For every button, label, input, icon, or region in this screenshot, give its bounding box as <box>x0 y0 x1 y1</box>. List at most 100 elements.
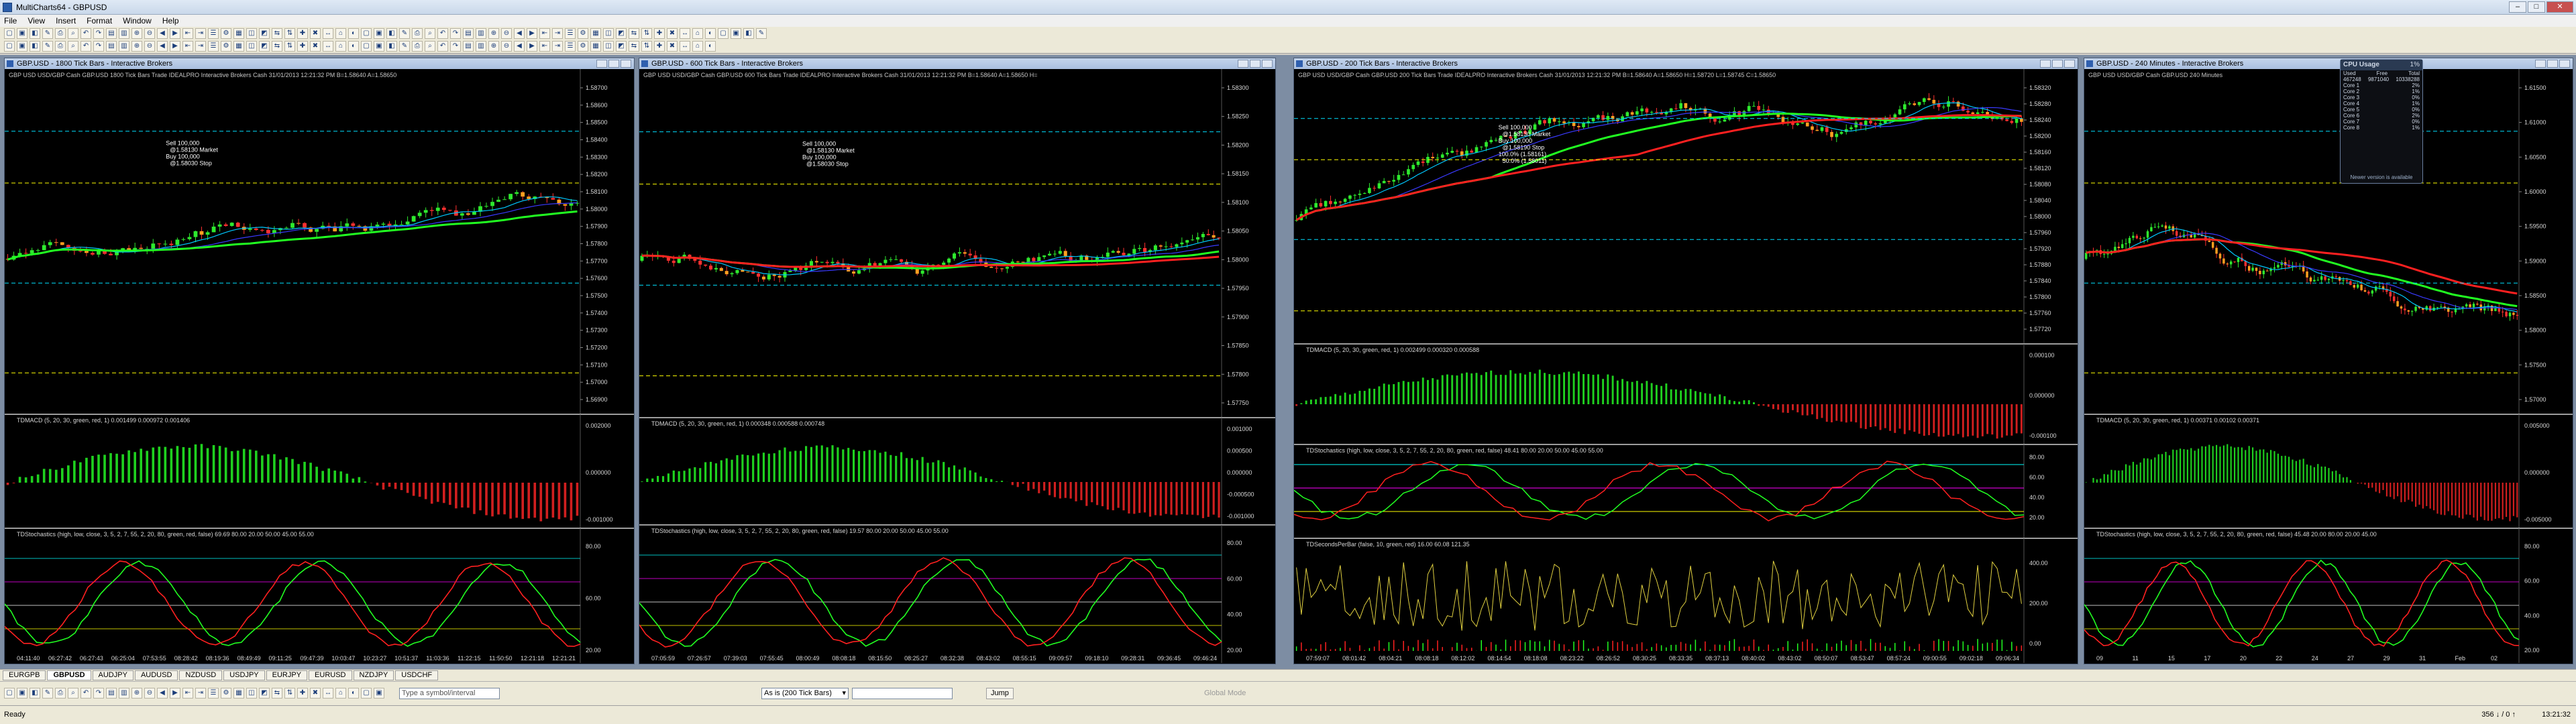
maximize-icon[interactable] <box>2547 60 2558 68</box>
toolbar-tool-icon[interactable]: ✖ <box>310 688 321 699</box>
toolbar-tool-icon[interactable]: ✚ <box>654 28 665 39</box>
toolbar-tool-icon[interactable]: ◀ <box>514 28 525 39</box>
maximize-icon[interactable] <box>608 60 619 68</box>
toolbar-tool-icon[interactable]: ▢ <box>361 41 372 52</box>
chart-window-1800-tick[interactable]: GBP.USD - 1800 Tick Bars - Interactive B… <box>4 58 635 664</box>
toolbar-tool-icon[interactable]: ↷ <box>93 688 104 699</box>
symbol-tab[interactable]: AUDUSD <box>134 670 178 680</box>
close-icon[interactable]: ✕ <box>2546 1 2573 13</box>
toolbar-tool-icon[interactable]: ⎙ <box>55 28 66 39</box>
toolbar-tool-icon[interactable]: ▥ <box>119 28 129 39</box>
chart-window-title[interactable]: GBP.USD - 200 Tick Bars - Interactive Br… <box>1294 58 2078 69</box>
toolbar-tool-icon[interactable]: ✚ <box>654 41 665 52</box>
toolbar-tool-icon[interactable]: ▶ <box>170 41 180 52</box>
toolbar-tool-icon[interactable]: ⇤ <box>182 688 193 699</box>
toolbar-tool-icon[interactable]: ⌕ <box>425 41 435 52</box>
symbol-tab[interactable]: EURUSD <box>309 670 352 680</box>
toolbar-tool-icon[interactable]: ◫ <box>246 688 257 699</box>
toolbar-tool-icon[interactable]: ⇥ <box>552 28 563 39</box>
toolbar-tool-icon[interactable]: ⇅ <box>284 41 295 52</box>
toolbar-tool-icon[interactable]: ▣ <box>731 28 741 39</box>
toolbar-tool-icon[interactable]: ✖ <box>310 41 321 52</box>
toolbar-tool-icon[interactable]: ◩ <box>616 41 627 52</box>
toolbar-tool-icon[interactable]: ▤ <box>106 28 117 39</box>
toolbar-tool-icon[interactable]: ◧ <box>386 28 397 39</box>
toolbar-tool-icon[interactable]: ✎ <box>399 41 410 52</box>
chart-window-200-tick[interactable]: GBP.USD - 200 Tick Bars - Interactive Br… <box>1293 58 2078 664</box>
toolbar-tool-icon[interactable]: ◐ <box>348 41 359 52</box>
toolbar-tool-icon[interactable]: ⌂ <box>335 41 346 52</box>
chart-window-title[interactable]: GBP.USD - 1800 Tick Bars - Interactive B… <box>5 58 634 69</box>
symbol-tab[interactable]: EURGPB <box>3 670 46 680</box>
toolbar-tool-icon[interactable]: ☰ <box>208 41 219 52</box>
toolbar-tool-icon[interactable]: ◧ <box>30 28 40 39</box>
toolbar-tool-icon[interactable]: ⚙ <box>221 41 231 52</box>
toolbar-tool-icon[interactable]: ◩ <box>616 28 627 39</box>
toolbar-tool-icon[interactable]: ✚ <box>297 688 308 699</box>
toolbar-tool-icon[interactable]: ▣ <box>374 688 384 699</box>
toolbar-tool-icon[interactable]: ▣ <box>17 41 28 52</box>
toolbar-tool-icon[interactable]: ⊕ <box>131 41 142 52</box>
toolbar-tool-icon[interactable]: ⇆ <box>629 28 639 39</box>
toolbar-tool-icon[interactable]: ◐ <box>348 688 359 699</box>
toolbar-tool-icon[interactable]: ▢ <box>718 28 729 39</box>
toolbar-tool-icon[interactable]: ☰ <box>565 28 576 39</box>
minimize-icon[interactable]: – <box>2509 1 2526 13</box>
toolbar-tool-icon[interactable]: ◫ <box>603 41 614 52</box>
toolbar-tool-icon[interactable]: ▶ <box>527 28 537 39</box>
toolbar-tool-icon[interactable]: ⇥ <box>195 28 206 39</box>
chart-window-title[interactable]: GBP.USD - 600 Tick Bars - Interactive Br… <box>639 58 1275 69</box>
toolbar-tool-icon[interactable]: ▥ <box>119 41 129 52</box>
chart-window-600-tick[interactable]: GBP.USD - 600 Tick Bars - Interactive Br… <box>639 58 1276 664</box>
toolbar-tool-icon[interactable]: ✚ <box>297 41 308 52</box>
toolbar-tool-icon[interactable]: ⌂ <box>692 28 703 39</box>
toolbar-tool-icon[interactable]: ▤ <box>463 41 474 52</box>
toolbar-tool-icon[interactable]: ▶ <box>527 41 537 52</box>
toolbar-tool-icon[interactable]: ◧ <box>30 41 40 52</box>
toolbar-tool-icon[interactable]: ▥ <box>119 688 129 699</box>
interval-select[interactable]: As is (200 Tick Bars) <box>761 688 849 699</box>
toolbar-tool-icon[interactable]: ◀ <box>514 41 525 52</box>
toolbar-tool-icon[interactable]: ▢ <box>361 28 372 39</box>
toolbar-tool-icon[interactable]: ⇅ <box>641 41 652 52</box>
toolbar-tool-icon[interactable]: ◀ <box>157 41 168 52</box>
toolbar-tool-icon[interactable]: ◩ <box>259 28 270 39</box>
toolbar-tool-icon[interactable]: ⇥ <box>552 41 563 52</box>
toolbar-tool-icon[interactable]: ↷ <box>93 28 104 39</box>
menu-format[interactable]: Format <box>87 16 112 25</box>
toolbar-tool-icon[interactable]: ▤ <box>463 28 474 39</box>
chart-window-title[interactable]: GBP.USD - 240 Minutes - Interactive Brok… <box>2084 58 2573 69</box>
close-icon[interactable] <box>2559 60 2570 68</box>
toolbar-tool-icon[interactable]: ▥ <box>476 41 486 52</box>
toolbar-tool-icon[interactable]: ▣ <box>17 688 28 699</box>
maximize-icon[interactable] <box>2052 60 2063 68</box>
toolbar-tool-icon[interactable]: ▦ <box>590 41 601 52</box>
toolbar-tool-icon[interactable]: ⎙ <box>412 28 423 39</box>
toolbar-tool-icon[interactable]: ⚙ <box>221 688 231 699</box>
toolbar-tool-icon[interactable]: ↷ <box>93 41 104 52</box>
toolbar-tool-icon[interactable]: ⊖ <box>144 28 155 39</box>
minimize-icon[interactable] <box>1238 60 1248 68</box>
toolbar-tool-icon[interactable]: ↔ <box>323 688 333 699</box>
symbol-tab[interactable]: AUDJPY <box>92 670 133 680</box>
toolbar-tool-icon[interactable]: ↔ <box>323 28 333 39</box>
toolbar-tool-icon[interactable]: ↶ <box>437 41 448 52</box>
toolbar-tool-icon[interactable]: ⊖ <box>144 688 155 699</box>
toolbar-tool-icon[interactable]: ⌕ <box>425 28 435 39</box>
toolbar-tool-icon[interactable]: ⚙ <box>221 28 231 39</box>
symbol-tab[interactable]: EURJPY <box>266 670 308 680</box>
toolbar-tool-icon[interactable]: ⊕ <box>131 688 142 699</box>
toolbar-tool-icon[interactable]: ⇤ <box>539 28 550 39</box>
symbol-tab[interactable]: USDJPY <box>223 670 265 680</box>
close-icon[interactable] <box>621 60 631 68</box>
toolbar-tool-icon[interactable]: ◩ <box>259 688 270 699</box>
toolbar-tool-icon[interactable]: ✖ <box>667 28 678 39</box>
menu-file[interactable]: File <box>4 16 17 25</box>
toolbar-tool-icon[interactable]: ▤ <box>106 688 117 699</box>
toolbar-tool-icon[interactable]: ◫ <box>603 28 614 39</box>
toolbar-tool-icon[interactable]: ☰ <box>565 41 576 52</box>
toolbar-tool-icon[interactable]: ⇅ <box>641 28 652 39</box>
toolbar-tool-icon[interactable]: ✎ <box>42 41 53 52</box>
menu-insert[interactable]: Insert <box>56 16 76 25</box>
date-input[interactable] <box>852 688 953 699</box>
